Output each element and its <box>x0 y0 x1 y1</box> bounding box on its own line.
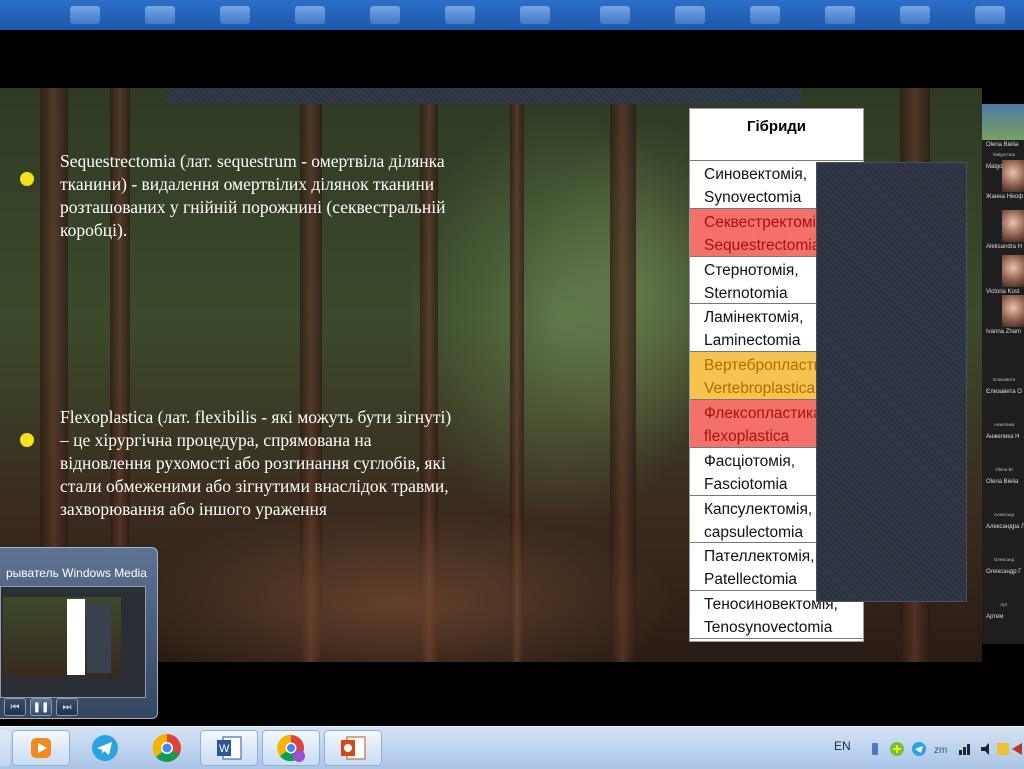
preview-dark-window <box>87 603 111 673</box>
flexoplastica-text: Flexoplastica (лат. flexibilis - які мож… <box>60 407 452 519</box>
pause-icon: ❚❚ <box>32 702 50 713</box>
slide-top-stripe <box>167 88 801 104</box>
next-button[interactable]: ⏭ <box>56 698 78 716</box>
telegram-taskbar-button[interactable] <box>76 730 134 766</box>
participant-header: Арт <box>1000 602 1008 607</box>
plus-icon[interactable] <box>890 742 904 756</box>
participant-name[interactable]: Анжелика Н <box>986 434 1019 440</box>
participant-video <box>982 104 1024 140</box>
strip-tile-icon <box>675 6 705 24</box>
screen-share-border <box>0 30 1024 88</box>
media-player-title: рыватель Windows Media <box>6 566 147 580</box>
telegram-icon <box>92 735 118 761</box>
strip-tile-icon <box>220 6 250 24</box>
participant-video <box>1002 160 1024 192</box>
participant-name[interactable]: Olena Bielia <box>986 142 1018 148</box>
table-row-latin: Tenosynovectomia <box>704 619 833 637</box>
previous-button[interactable]: ⏮ <box>4 698 26 716</box>
chrome-profile-taskbar-button[interactable] <box>262 730 320 766</box>
participant-name[interactable]: Aleksandra H <box>986 244 1022 250</box>
telegram-tray-icon[interactable] <box>912 742 926 756</box>
chrome-profile-icon <box>277 734 305 762</box>
media-player-preview[interactable] <box>0 586 146 698</box>
strip-tile-icon <box>900 6 930 24</box>
yellow-bullet <box>20 172 34 186</box>
svg-text:zm: zm <box>934 745 947 756</box>
start-edge[interactable] <box>0 730 10 766</box>
yellow-bullet <box>20 433 34 447</box>
floating-dark-window[interactable] <box>816 162 967 602</box>
participant-header: Александ <box>993 512 1014 517</box>
strip-tile-icon <box>145 6 175 24</box>
participant-video <box>1002 295 1024 327</box>
participant-name[interactable]: Єлизавета О <box>986 389 1022 395</box>
chrome-taskbar-button[interactable] <box>138 730 196 766</box>
participant-name[interactable]: Ivanna Zham <box>986 329 1021 335</box>
top-strip <box>0 0 1024 30</box>
media-player-thumbnail[interactable]: рыватель Windows Media ⏮ ❚❚ ⏭ <box>0 547 158 719</box>
participant-video <box>1002 210 1024 242</box>
strip-tile-icon <box>825 6 855 24</box>
participant-header: Олександ <box>993 557 1015 562</box>
participants-panel: Olena BieliaMalgorzataMalgorzata JЖанна … <box>982 104 1024 644</box>
chrome-icon <box>152 733 181 762</box>
strip-tile-icon <box>370 6 400 24</box>
strip-tile-icon <box>600 6 630 24</box>
strip-tile-icon <box>520 6 550 24</box>
usb-icon[interactable] <box>868 742 882 756</box>
action-center-icon[interactable] <box>996 742 1010 756</box>
participant-header: Анжелика <box>993 422 1015 427</box>
strip-tile-icon <box>975 6 1005 24</box>
media-player-icon <box>31 738 51 758</box>
previous-icon: ⏮ <box>10 702 20 713</box>
table-header: Гібриди <box>690 109 863 161</box>
participant-name[interactable]: Жанна Нікоф <box>986 194 1023 200</box>
next-icon: ⏭ <box>62 702 72 713</box>
participant-header: Єлизавета <box>992 377 1016 382</box>
word-taskbar-button[interactable]: W <box>200 730 258 766</box>
word-icon: W <box>217 736 242 760</box>
participant-name[interactable]: Olena Bielia <box>986 479 1018 485</box>
powerpoint-taskbar-button[interactable] <box>324 730 382 766</box>
strip-tile-icon <box>295 6 325 24</box>
preview-table <box>67 599 85 675</box>
participant-video <box>1002 255 1024 287</box>
powerpoint-icon <box>341 736 366 760</box>
participant-header: Malgorzata <box>992 152 1016 157</box>
volume-icon[interactable] <box>980 742 994 756</box>
participant-header: Olena Bi <box>995 467 1013 472</box>
media-player-taskbar-button[interactable] <box>12 730 70 766</box>
forest-path <box>120 508 680 662</box>
sequestrectomia-text: Sequestrectomia (лат. sequestrum - омерт… <box>60 151 446 240</box>
network-icon[interactable] <box>958 742 972 756</box>
strip-tile-icon <box>750 6 780 24</box>
pause-button[interactable]: ❚❚ <box>30 698 52 716</box>
participant-name[interactable]: Олександр Г <box>986 569 1022 575</box>
language-indicator[interactable]: EN <box>834 739 851 753</box>
windows-taskbar: W EN zm <box>0 726 1024 769</box>
strip-tile-icon <box>70 6 100 24</box>
svg-text:W: W <box>219 743 230 755</box>
zoom-tray-icon[interactable]: zm <box>934 742 948 756</box>
power-icon[interactable] <box>1010 742 1024 756</box>
strip-tile-icon <box>445 6 475 24</box>
participant-name[interactable]: Александра Л <box>986 524 1024 530</box>
participant-name[interactable]: Артем <box>986 614 1003 620</box>
